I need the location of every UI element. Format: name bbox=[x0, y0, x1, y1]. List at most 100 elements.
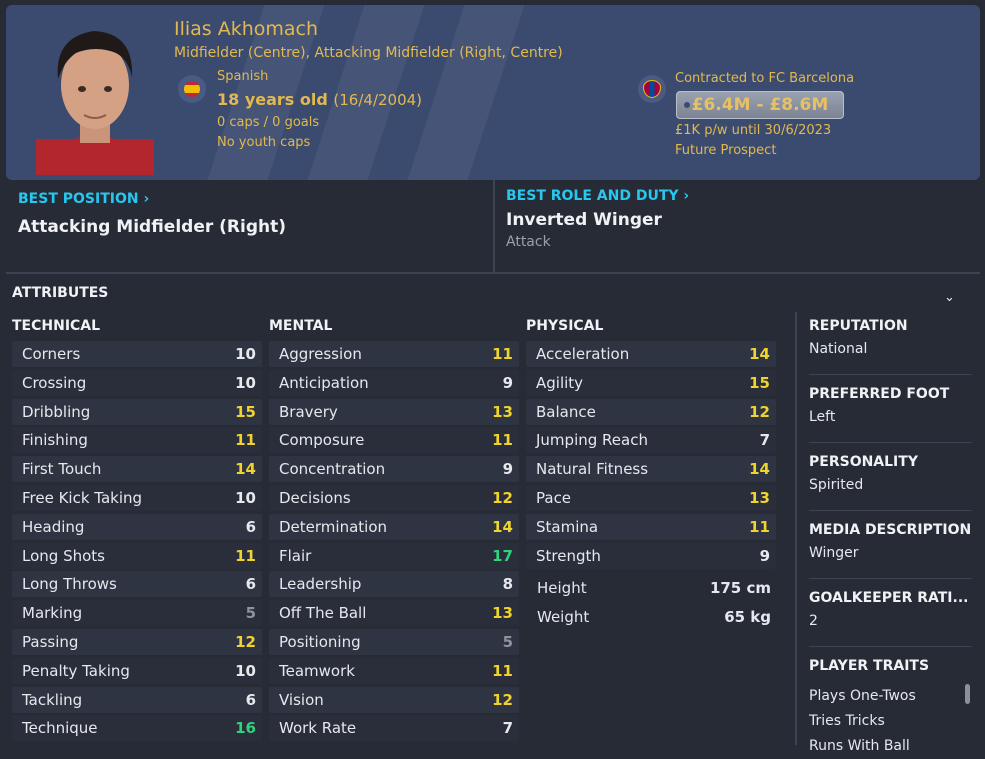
attribute-name: Composure bbox=[279, 431, 365, 450]
physical-attribute-row[interactable]: Strength 9 bbox=[526, 542, 776, 569]
attribute-value: 14 bbox=[235, 460, 256, 479]
attribute-name: Technique bbox=[22, 719, 98, 738]
player-header: Ilias Akhomach Midfielder (Centre), Atta… bbox=[6, 5, 980, 180]
physical-attribute-row[interactable]: Balance 12 bbox=[526, 398, 776, 425]
attribute-value: 10 bbox=[235, 345, 256, 363]
date-of-birth: (16/4/2004) bbox=[333, 91, 423, 109]
technical-attribute-row[interactable]: Long Shots 11 bbox=[12, 542, 262, 569]
media-description-block: MEDIA DESCRIPTION Winger bbox=[809, 522, 971, 561]
best-role-link[interactable]: BEST ROLE AND DUTY › bbox=[506, 188, 689, 204]
technical-attribute-row[interactable]: Passing 12 bbox=[12, 628, 262, 655]
technical-attribute-row[interactable]: Finishing 11 bbox=[12, 427, 262, 454]
weight-value: 65 kg bbox=[724, 607, 771, 626]
technical-attribute-row[interactable]: First Touch 14 bbox=[12, 456, 262, 483]
reputation-value: National bbox=[809, 341, 868, 357]
technical-attribute-row[interactable]: Penalty Taking 10 bbox=[12, 657, 262, 684]
technical-attribute-row[interactable]: Heading 6 bbox=[12, 513, 262, 540]
physical-attribute-row[interactable]: Jumping Reach 7 bbox=[526, 427, 776, 454]
attribute-value: 6 bbox=[245, 575, 256, 594]
physical-attribute-row[interactable]: Pace 13 bbox=[526, 484, 776, 511]
best-position-label: BEST POSITION bbox=[18, 191, 139, 207]
attribute-value: 17 bbox=[492, 546, 513, 565]
personality-block: PERSONALITY Spirited bbox=[809, 454, 918, 493]
attribute-value: 11 bbox=[492, 431, 513, 450]
mental-attribute-row[interactable]: Off The Ball 13 bbox=[269, 600, 519, 627]
mental-attribute-row[interactable]: Positioning 5 bbox=[269, 628, 519, 655]
technical-attribute-row[interactable]: Technique 16 bbox=[12, 715, 262, 742]
chevron-down-icon[interactable]: ⌄ bbox=[944, 290, 955, 305]
physical-attribute-row[interactable]: Stamina 11 bbox=[526, 513, 776, 540]
mental-attribute-row[interactable]: Decisions 12 bbox=[269, 484, 519, 511]
mental-attribute-row[interactable]: Anticipation 9 bbox=[269, 369, 519, 396]
spain-flag-icon[interactable] bbox=[178, 75, 206, 103]
mental-attribute-row[interactable]: Determination 14 bbox=[269, 513, 519, 540]
physical-attribute-row[interactable]: Acceleration 14 bbox=[526, 341, 776, 367]
technical-list: Corners 10 Crossing 10 Dribbling 15 Finishing 1… bbox=[12, 341, 262, 744]
player-info-sidebar: REPUTATION National PREFERRED FOOT Left … bbox=[795, 312, 982, 754]
height-row: Height 175 cm bbox=[527, 575, 777, 601]
mental-attribute-row[interactable]: Vision 12 bbox=[269, 686, 519, 713]
attribute-name: Free Kick Taking bbox=[22, 488, 143, 507]
mental-attribute-row[interactable]: Composure 11 bbox=[269, 427, 519, 454]
attribute-name: Heading bbox=[22, 517, 85, 536]
attribute-value: 11 bbox=[749, 517, 770, 536]
best-position-link[interactable]: BEST POSITION › bbox=[18, 191, 149, 207]
attribute-value: 12 bbox=[749, 402, 770, 421]
goalkeeper-rating-label: GOALKEEPER RATI... bbox=[809, 590, 969, 606]
attribute-name: Flair bbox=[279, 546, 312, 565]
attribute-name: Vision bbox=[279, 690, 324, 709]
attribute-name: Tackling bbox=[22, 690, 83, 709]
technical-attribute-row[interactable]: Corners 10 bbox=[12, 341, 262, 367]
physical-header: PHYSICAL bbox=[526, 318, 604, 334]
player-photo bbox=[36, 31, 154, 175]
youth-caps: No youth caps bbox=[217, 135, 311, 150]
attribute-name: Acceleration bbox=[536, 345, 630, 363]
attribute-value: 13 bbox=[492, 402, 513, 421]
attribute-value: 9 bbox=[502, 373, 513, 392]
mental-attribute-row[interactable]: Work Rate 7 bbox=[269, 715, 519, 742]
attribute-value: 9 bbox=[759, 546, 770, 565]
technical-attribute-row[interactable]: Free Kick Taking 10 bbox=[12, 484, 262, 511]
nationality: Spanish bbox=[217, 69, 269, 84]
mental-attribute-row[interactable]: Teamwork 11 bbox=[269, 657, 519, 684]
attribute-name: Work Rate bbox=[279, 719, 357, 738]
mental-attribute-row[interactable]: Flair 17 bbox=[269, 542, 519, 569]
trait-item: Tries Tricks bbox=[809, 713, 885, 729]
goalkeeper-rating-value: 2 bbox=[809, 613, 818, 629]
player-age: 18 years old (16/4/2004) bbox=[217, 90, 422, 109]
technical-attribute-row[interactable]: Long Throws 6 bbox=[12, 571, 262, 598]
height-value: 175 cm bbox=[709, 579, 771, 597]
technical-attribute-row[interactable]: Dribbling 15 bbox=[12, 398, 262, 425]
reputation-block: REPUTATION National bbox=[809, 318, 908, 357]
technical-attribute-row[interactable]: Crossing 10 bbox=[12, 369, 262, 396]
transfer-value-badge[interactable]: £6.4M - £8.6M bbox=[676, 91, 844, 119]
technical-attribute-row[interactable]: Tackling 6 bbox=[12, 686, 262, 713]
chevron-right-icon: › bbox=[683, 188, 690, 204]
personality-label: PERSONALITY bbox=[809, 454, 918, 470]
best-role-panel: BEST ROLE AND DUTY › Inverted Winger Att… bbox=[493, 180, 982, 272]
best-role-label: BEST ROLE AND DUTY bbox=[506, 188, 679, 204]
attribute-value: 11 bbox=[235, 546, 256, 565]
player-traits-list[interactable]: Plays One-Twos Tries Tricks Runs With Ba… bbox=[809, 684, 916, 759]
barcelona-badge-icon[interactable] bbox=[638, 75, 666, 103]
best-position-value: Attacking Midfielder (Right) bbox=[18, 217, 287, 237]
attribute-name: Bravery bbox=[279, 402, 338, 421]
physical-attribute-row[interactable]: Agility 15 bbox=[526, 369, 776, 396]
attribute-name: Dribbling bbox=[22, 402, 91, 421]
mental-attribute-row[interactable]: Aggression 11 bbox=[269, 341, 519, 367]
attribute-name: Stamina bbox=[536, 517, 599, 536]
technical-attribute-row[interactable]: Marking 5 bbox=[12, 600, 262, 627]
physical-attribute-row[interactable]: Natural Fitness 14 bbox=[526, 456, 776, 483]
player-traits-label: PLAYER TRAITS bbox=[809, 658, 930, 674]
divider bbox=[809, 510, 972, 511]
mental-attribute-row[interactable]: Leadership 8 bbox=[269, 571, 519, 598]
mental-attribute-row[interactable]: Concentration 9 bbox=[269, 456, 519, 483]
attribute-value: 11 bbox=[492, 345, 513, 363]
mental-header: MENTAL bbox=[269, 318, 333, 334]
attribute-value: 5 bbox=[245, 604, 256, 623]
contract-club[interactable]: Contracted to FC Barcelona bbox=[675, 71, 854, 86]
attribute-value: 10 bbox=[235, 488, 256, 507]
traits-scrollbar[interactable] bbox=[965, 684, 970, 704]
mental-attribute-row[interactable]: Bravery 13 bbox=[269, 398, 519, 425]
divider bbox=[6, 272, 980, 274]
